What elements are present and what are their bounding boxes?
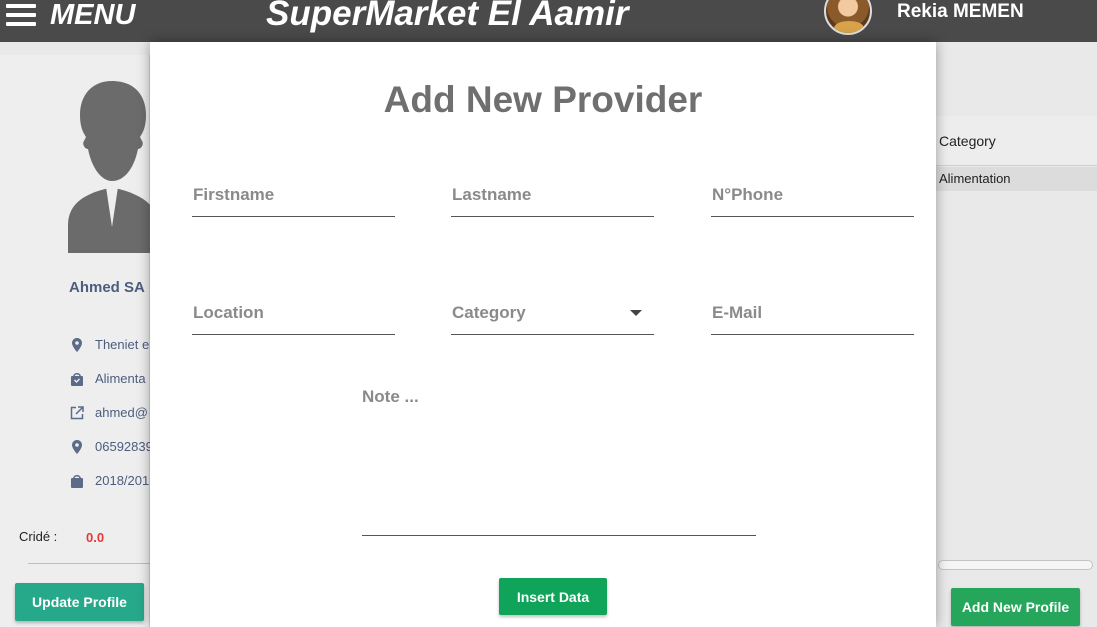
insert-data-button[interactable]: Insert Data [499,578,607,615]
shopping-bag-icon [71,474,83,488]
profile-avatar-icon [68,81,158,253]
lastname-field[interactable] [451,173,654,217]
info-date: 2018/201 [70,473,149,488]
horizontal-scrollbar[interactable] [938,560,1093,570]
firstname-field[interactable] [192,173,395,217]
info-date-text: 2018/201 [95,473,150,488]
menu-label[interactable]: MENU [50,1,135,30]
external-link-icon [70,405,84,419]
menu-button[interactable]: MENU [6,0,135,30]
user-name[interactable]: Rekia MEMEN [897,0,1024,24]
category-select[interactable]: Category [451,291,654,335]
divider [28,563,150,564]
profile-name: Ahmed SA [69,279,145,296]
phone-field[interactable] [711,173,914,217]
app-title: SuperMarket El Aamir [266,0,629,33]
shopping-bag-icon [71,372,83,386]
email-field[interactable] [711,291,914,335]
hamburger-icon[interactable] [6,4,36,26]
profile-panel: Ahmed SA Theniet e Alimenta ahmed@ 06592… [0,55,158,627]
info-phone: 06592839 [70,439,153,454]
category-select-label[interactable]: Category [452,303,526,323]
credit-value: 0.0 [86,530,105,545]
credit-label: Cridé : [19,529,58,544]
location-field[interactable] [192,291,395,335]
location-pin-icon [72,439,82,454]
app-header: MENU SuperMarket El Aamir Rekia MEMEN [0,0,1097,42]
info-email: ahmed@ [70,405,148,420]
update-profile-button[interactable]: Update Profile [15,583,144,621]
dialog-title: Add New Provider [383,79,703,120]
column-header-category[interactable]: Category [939,133,996,149]
info-category: Alimenta [70,371,146,386]
info-address-text: Theniet e [95,337,150,352]
info-address: Theniet e [70,337,149,352]
info-email-text: ahmed@ [95,405,148,420]
providers-table-area: Category Alimentation Add New Profile [936,42,1097,627]
table-cell-category[interactable]: Alimentation [939,171,1011,186]
chevron-down-icon[interactable] [630,310,642,316]
add-new-profile-button[interactable]: Add New Profile [951,588,1080,626]
add-provider-dialog: Add New Provider Category Insert Data [150,42,936,627]
note-field[interactable] [362,387,756,536]
user-avatar[interactable] [824,0,872,35]
info-category-text: Alimenta [95,371,146,386]
info-phone-text: 06592839 [95,439,153,454]
location-pin-icon [72,337,82,352]
